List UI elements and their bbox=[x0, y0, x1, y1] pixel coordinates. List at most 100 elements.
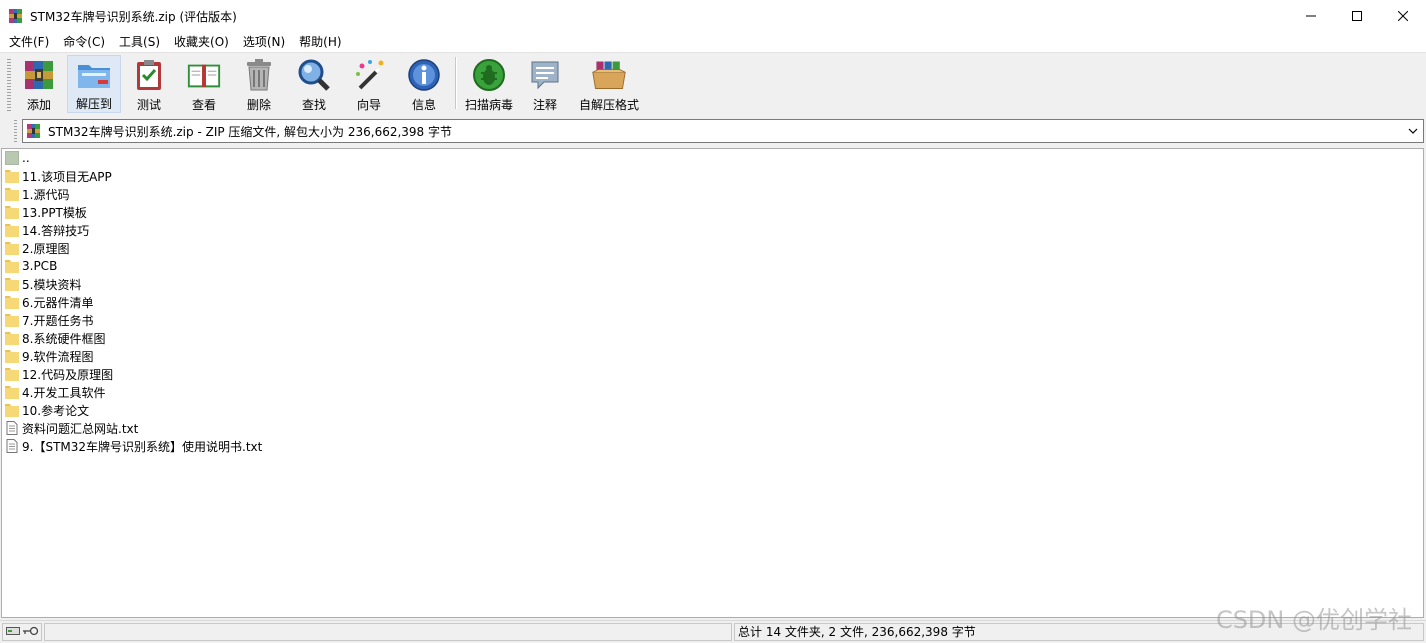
file-name: 6.元器件清单 bbox=[22, 295, 94, 310]
folder-row[interactable]: 12.代码及原理图 bbox=[2, 365, 1423, 383]
file-name: 14.答辩技巧 bbox=[22, 223, 90, 238]
folder-icon bbox=[5, 223, 19, 237]
file-name: 1.源代码 bbox=[22, 187, 70, 202]
comment-icon bbox=[527, 57, 563, 93]
address-bar: STM32车牌号识别系统.zip - ZIP 压缩文件, 解包大小为 236,6… bbox=[0, 116, 1426, 148]
file-name: 8.系统硬件框图 bbox=[22, 331, 106, 346]
test-clipboard-icon bbox=[131, 57, 167, 93]
toolbar: 添加 解压到 测试 查看 删除 查找 向导 信息 扫描病毒 注释 自解压格式 bbox=[0, 52, 1426, 115]
folder-row[interactable]: 13.PPT模板 bbox=[2, 203, 1423, 221]
close-button[interactable] bbox=[1380, 0, 1426, 32]
folder-row[interactable]: 14.答辩技巧 bbox=[2, 221, 1423, 239]
menu-command[interactable]: 命令(C) bbox=[56, 32, 112, 52]
winrar-icon bbox=[8, 8, 24, 24]
folder-icon bbox=[5, 331, 19, 345]
view-button[interactable]: 查看 bbox=[180, 55, 228, 113]
address-text: STM32车牌号识别系统.zip - ZIP 压缩文件, 解包大小为 236,6… bbox=[48, 124, 453, 139]
find-button[interactable]: 查找 bbox=[291, 55, 337, 113]
folder-icon bbox=[5, 295, 19, 309]
delete-button[interactable]: 删除 bbox=[236, 55, 282, 113]
folder-row[interactable]: 10.参考论文 bbox=[2, 401, 1423, 419]
view-book-icon bbox=[186, 57, 222, 93]
add-button[interactable]: 添加 bbox=[16, 55, 62, 113]
comment-label: 注释 bbox=[532, 98, 557, 112]
folder-row[interactable]: 4.开发工具软件 bbox=[2, 383, 1423, 401]
address-grip[interactable] bbox=[14, 120, 17, 144]
extract-to-button[interactable]: 解压到 bbox=[67, 55, 121, 113]
chevron-down-icon[interactable] bbox=[1403, 120, 1423, 142]
toolbar-separator bbox=[455, 57, 457, 109]
folder-icon bbox=[5, 241, 19, 255]
folder-row[interactable]: 11.该项目无APP bbox=[2, 167, 1423, 185]
file-row[interactable]: 资料问题汇总网站.txt bbox=[2, 419, 1423, 437]
folder-icon bbox=[5, 367, 19, 381]
menu-tools[interactable]: 工具(S) bbox=[112, 32, 167, 52]
file-name: 5.模块资料 bbox=[22, 277, 82, 292]
extract-folder-icon bbox=[76, 58, 112, 92]
menu-file[interactable]: 文件(F) bbox=[2, 32, 56, 52]
parent-folder-row[interactable]: .. bbox=[2, 149, 1423, 167]
status-selection bbox=[44, 623, 732, 641]
folder-row[interactable]: 5.模块资料 bbox=[2, 275, 1423, 293]
key-icon[interactable] bbox=[23, 625, 39, 639]
file-name: 9.【STM32车牌号识别系统】使用说明书.txt bbox=[22, 439, 263, 454]
folder-row[interactable]: 6.元器件清单 bbox=[2, 293, 1423, 311]
folder-icon bbox=[5, 205, 19, 219]
folder-row[interactable]: 2.原理图 bbox=[2, 239, 1423, 257]
wizard-button[interactable]: 向导 bbox=[346, 55, 392, 113]
menu-help[interactable]: 帮助(H) bbox=[292, 32, 348, 52]
folder-icon bbox=[5, 187, 19, 201]
window-title: STM32车牌号识别系统.zip (评估版本) bbox=[30, 9, 237, 24]
folder-row[interactable]: 9.软件流程图 bbox=[2, 347, 1423, 365]
folder-icon bbox=[5, 349, 19, 363]
scan-virus-label: 扫描病毒 bbox=[464, 98, 513, 112]
folder-icon bbox=[5, 385, 19, 399]
folder-row[interactable]: 3.PCB bbox=[2, 257, 1423, 275]
file-name: 3.PCB bbox=[22, 259, 58, 273]
test-button[interactable]: 测试 bbox=[126, 55, 172, 113]
title-bar: STM32车牌号识别系统.zip (评估版本) bbox=[0, 0, 1426, 32]
folder-row[interactable]: 8.系统硬件框图 bbox=[2, 329, 1423, 347]
minimize-button[interactable] bbox=[1288, 0, 1334, 32]
folder-icon bbox=[5, 169, 19, 183]
sfx-button[interactable]: 自解压格式 bbox=[576, 55, 642, 113]
folder-row[interactable]: 1.源代码 bbox=[2, 185, 1423, 203]
menu-favorites[interactable]: 收藏夹(O) bbox=[167, 32, 236, 52]
parent-folder-icon bbox=[5, 151, 19, 165]
file-name: 4.开发工具软件 bbox=[22, 385, 106, 400]
scan-virus-button[interactable]: 扫描病毒 bbox=[462, 55, 516, 113]
magnifier-icon bbox=[296, 57, 332, 93]
maximize-button[interactable] bbox=[1334, 0, 1380, 32]
file-name: 12.代码及原理图 bbox=[22, 367, 114, 382]
file-name: 13.PPT模板 bbox=[22, 205, 87, 220]
close-icon bbox=[1398, 11, 1408, 21]
info-button[interactable]: 信息 bbox=[401, 55, 447, 113]
file-name: 2.原理图 bbox=[22, 241, 70, 256]
folder-row[interactable]: 7.开题任务书 bbox=[2, 311, 1423, 329]
sfx-label: 自解压格式 bbox=[578, 98, 639, 112]
menu-options[interactable]: 选项(N) bbox=[236, 32, 292, 52]
folder-icon bbox=[5, 259, 19, 273]
file-row[interactable]: 9.【STM32车牌号识别系统】使用说明书.txt bbox=[2, 437, 1423, 455]
archive-icon bbox=[26, 123, 42, 139]
address-combobox[interactable]: STM32车牌号识别系统.zip - ZIP 压缩文件, 解包大小为 236,6… bbox=[22, 119, 1424, 143]
trash-icon bbox=[241, 57, 277, 93]
find-label: 查找 bbox=[301, 98, 326, 112]
wizard-label: 向导 bbox=[356, 98, 381, 112]
file-name: 11.该项目无APP bbox=[22, 169, 112, 184]
toolbar-grip[interactable] bbox=[7, 59, 11, 111]
file-name: 10.参考论文 bbox=[22, 403, 90, 418]
folder-icon bbox=[5, 277, 19, 291]
file-list[interactable]: .. 11.该项目无APP 1.源代码 13.PPT模板 14.答辩技巧 2.原理图 3.P… bbox=[1, 148, 1424, 618]
comment-button[interactable]: 注释 bbox=[522, 55, 568, 113]
file-name: 9.软件流程图 bbox=[22, 349, 94, 364]
drive-icon[interactable] bbox=[6, 625, 20, 639]
folder-icon bbox=[5, 403, 19, 417]
maximize-icon bbox=[1352, 11, 1362, 21]
wizard-wand-icon bbox=[351, 57, 387, 93]
virus-scan-icon bbox=[471, 57, 507, 93]
extract-to-label: 解压到 bbox=[75, 97, 112, 111]
test-label: 测试 bbox=[136, 98, 161, 112]
sfx-box-icon bbox=[591, 57, 627, 93]
watermark: CSDN @优创学社 bbox=[1215, 606, 1412, 634]
